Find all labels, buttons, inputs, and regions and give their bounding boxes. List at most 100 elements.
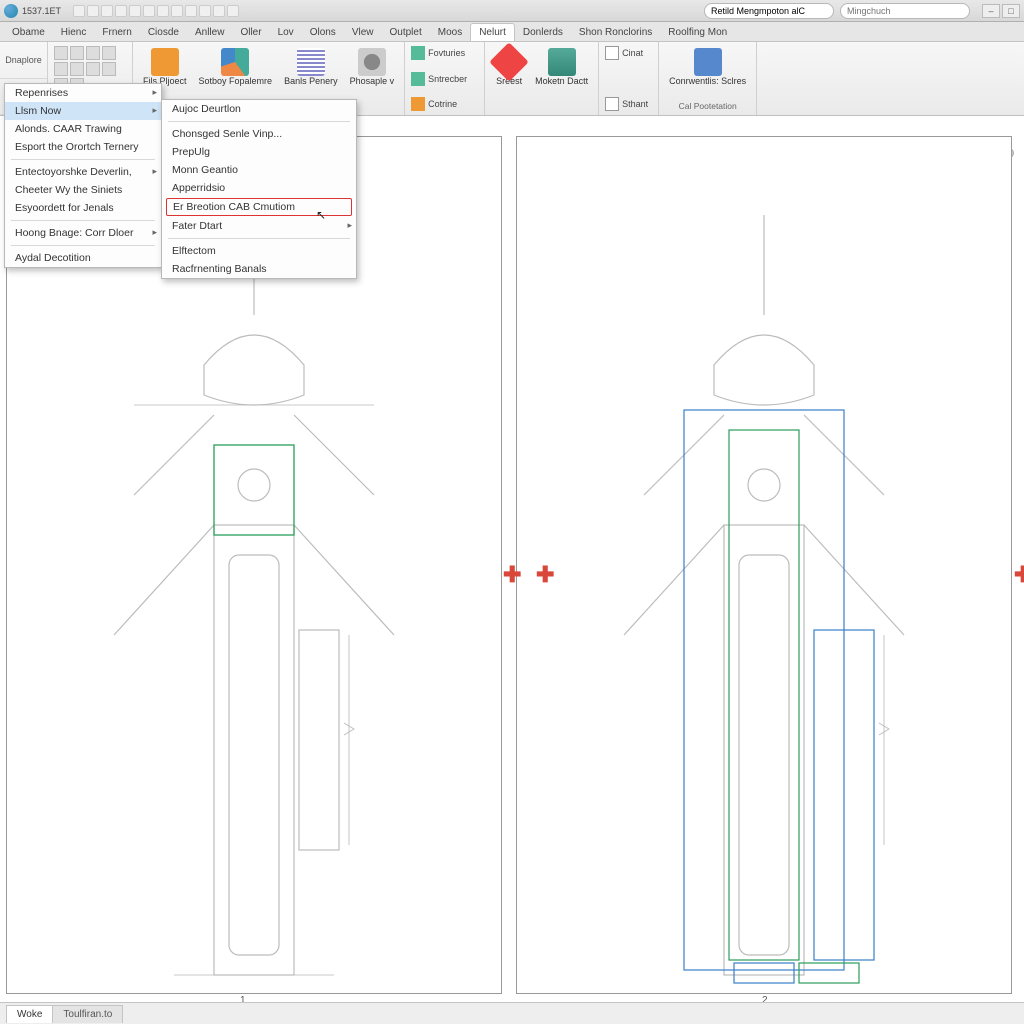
menu-item[interactable]: Elftectom [162,242,356,260]
ribbon-item[interactable]: Cotrine [411,97,478,111]
qat-btn[interactable] [227,5,239,17]
tab[interactable]: Shon Ronclorins [571,24,660,41]
bottom-tab[interactable]: Woke [6,1005,53,1023]
ribbon-big-button[interactable]: Moketn Dactt [531,46,592,89]
menu-item[interactable]: Cheeter Wy the Siniets [5,181,161,199]
plus-icon [411,72,425,86]
tab[interactable]: Moos [430,24,470,41]
ribbon-item[interactable]: Sntrecber [411,72,478,86]
menu-item[interactable]: Racfrnenting Banals [162,260,356,278]
doc-icon [605,46,619,60]
flag-icon [411,97,425,111]
tab[interactable]: Oller [232,24,269,41]
window-controls: – □ [982,4,1020,18]
tool-icon[interactable] [86,62,100,76]
menu-item[interactable]: Alonds. CAAR Trawing [5,120,161,138]
quick-access-toolbar [73,5,239,17]
search-input-left[interactable] [704,3,834,19]
menu-separator [168,238,350,239]
group-label: Cal Pootetation [665,101,750,111]
tool-icon[interactable] [102,46,116,60]
app-icon [4,4,18,18]
qat-btn[interactable] [199,5,211,17]
menu-item[interactable]: Hoong Bnage: Corr Dloer [5,224,161,242]
ribbon-item[interactable]: Cinat [605,46,652,60]
tab[interactable]: Hienc [53,24,95,41]
menu-item[interactable]: PrepUlg [162,143,356,161]
tab[interactable]: Frnern [94,24,139,41]
tool-icon[interactable] [70,62,84,76]
ribbon-big-button[interactable]: Sotboy Fopalemre [195,46,277,89]
maximize-button[interactable]: □ [1002,4,1020,18]
ribbon-left-top[interactable]: Dnaplore [0,42,47,79]
context-menu-a: Repenrises Llsm Now Alonds. CAAR Trawing… [4,83,162,268]
ribbon-big-button[interactable]: Phosaple v [346,46,399,89]
tool-icon[interactable] [86,46,100,60]
qat-btn[interactable] [213,5,225,17]
menu-item-active[interactable]: Llsm Now [5,102,161,120]
qat-btn[interactable] [157,5,169,17]
qat-btn[interactable] [101,5,113,17]
context-menu-b: Aujoc Deurtlon Chonsged Senle Vinp... Pr… [161,99,357,279]
qat-btn[interactable] [129,5,141,17]
qat-btn[interactable] [171,5,183,17]
center-marker: ✚ [1014,562,1024,588]
qat-btn[interactable] [115,5,127,17]
bottom-tab[interactable]: Toulfiran.to [52,1005,123,1023]
menu-item[interactable]: Entectoyorshke Deverlin, [5,163,161,181]
tool-icon[interactable] [102,62,116,76]
tab[interactable]: Roolfing Mon [660,24,735,41]
menu-item[interactable]: Apperridsio [162,179,356,197]
tab[interactable]: Vlew [344,24,382,41]
ribbon-item[interactable]: Fovturies [411,46,478,60]
search-input-right[interactable] [840,3,970,19]
tool-icon[interactable] [70,46,84,60]
menu-item[interactable]: Aydal Decotition [5,249,161,267]
qat-btn[interactable] [73,5,85,17]
qat-btn[interactable] [143,5,155,17]
chart-icon [548,48,576,76]
tab[interactable]: Ciosde [140,24,187,41]
file-icon [151,48,179,76]
reload-icon [358,48,386,76]
tool-icon[interactable] [54,62,68,76]
menu-item[interactable]: Monn Geantio [162,161,356,179]
ribbon-group-5: Cinat Sthant [599,42,659,115]
drawing-before [74,215,434,985]
menu-item[interactable]: Esport the Orortch Ternery [5,138,161,156]
center-marker: ✚ [536,562,554,588]
bottom-tabs: Woke Toulfiran.to [0,1002,1024,1024]
ribbon-big-button[interactable]: Banls Penery [280,46,342,89]
ribbon-item[interactable]: Sthant [605,97,652,111]
menu-item[interactable]: Esyoordett for Jenals [5,199,161,217]
tab[interactable]: Outplet [382,24,430,41]
tab[interactable]: Obame [4,24,53,41]
menu-item[interactable]: Chonsged Senle Vinp... [162,125,356,143]
menu-item[interactable]: Repenrises [5,84,161,102]
qat-btn[interactable] [185,5,197,17]
star-icon [411,46,425,60]
center-marker: ✚ [503,562,521,588]
ribbon-big-button[interactable]: Conrwentlis: Sclres [665,46,750,89]
view-pane-after[interactable] [516,136,1012,994]
grid-icon [297,48,325,76]
menu-item[interactable]: Fater Dtart [162,217,356,235]
menu-item[interactable]: Aujoc Deurtlon [162,100,356,118]
save-icon[interactable] [54,46,68,60]
ribbon-big-button[interactable]: Sreest [491,46,527,89]
doc-icon [605,97,619,111]
tab[interactable]: Olons [302,24,344,41]
minimize-button[interactable]: – [982,4,1000,18]
tab[interactable]: Anllew [187,24,232,41]
comment-icon [694,48,722,76]
menu-separator [11,220,155,221]
title-search-area [704,3,970,19]
qat-btn[interactable] [87,5,99,17]
tab[interactable]: Lov [270,24,302,41]
menu-separator [168,121,350,122]
ribbon-tabs: Obame Hienc Frnern Ciosde Anllew Oller L… [0,22,1024,42]
drawing-after [584,215,944,985]
tab-active[interactable]: Nelurt [470,23,515,41]
tab[interactable]: Donlerds [515,24,571,41]
ribbon-group-6: Conrwentlis: Sclres Cal Pootetation [659,42,757,115]
